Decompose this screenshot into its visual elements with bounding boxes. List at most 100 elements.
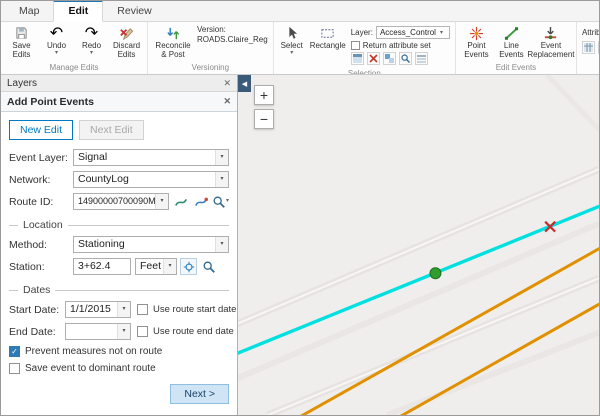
chevron-down-icon[interactable]: ▾ [117,324,130,339]
select-button[interactable]: Select ▾ [277,23,307,56]
chevron-down-icon[interactable]: ▾ [226,199,229,204]
station-input[interactable]: 3+62.4 [73,258,131,275]
dates-section-title: Dates [23,284,50,296]
clear-selection-icon[interactable] [367,52,380,65]
units-dropdown[interactable]: Feet ▾ [135,258,177,275]
select-by-attributes-icon[interactable] [351,52,364,65]
background-roads [238,75,599,415]
rectangle-button[interactable]: Rectangle [307,23,349,51]
tab-review[interactable]: Review [103,2,165,21]
close-icon[interactable]: ✕ [223,78,231,89]
location-section-header: Location [9,219,229,231]
zoom-to-selection-icon[interactable] [399,52,412,65]
event-replacement-icon [543,25,558,41]
reconcile-post-icon [166,25,181,41]
version-label: Version: [197,25,268,35]
rectangle-select-icon [320,25,335,41]
event-layer-dropdown[interactable]: Signal ▾ [73,149,229,166]
next-edit-button: Next Edit [79,120,144,140]
use-route-start-date-checkbox[interactable] [137,304,148,315]
group-label-selection: Selection [277,68,452,75]
point-events-icon [469,25,484,41]
pick-location-icon[interactable] [180,258,197,275]
method-label: Method: [9,239,73,251]
map-canvas[interactable] [238,75,599,415]
undo-button[interactable]: ↶ Undo ▾ [39,23,74,56]
line-events-button[interactable]: Line Events [494,23,529,60]
use-route-end-date-checkbox[interactable] [137,326,148,337]
layer-label: Layer: [351,28,373,37]
layers-pane-header[interactable]: Layers ✕ [1,75,237,92]
dates-section-header: Dates [9,284,229,296]
discard-edits-button[interactable]: Discard Edits [109,23,144,60]
route-id-label: Route ID: [9,196,73,208]
collapse-panel-button[interactable]: ◀ [238,75,251,92]
layer-dropdown[interactable]: Access_Control ▾ [376,26,450,39]
point-event-marker[interactable] [430,268,441,279]
line-events-label: Line Events [495,42,528,60]
zoom-to-route-icon[interactable]: ▾ [212,193,229,210]
sketch-route-icon[interactable] [192,193,209,210]
event-layer-label: Event Layer: [9,152,73,164]
add-attribute-icon[interactable] [598,41,599,54]
point-events-button[interactable]: Point Events [459,23,494,60]
layer-value: Access_Control [380,28,436,37]
line-events-icon [504,25,519,41]
network-dropdown[interactable]: CountyLog ▾ [73,171,229,188]
tab-edit[interactable]: Edit [53,0,103,22]
method-dropdown[interactable]: Stationing ▾ [73,236,229,253]
reconcile-post-button[interactable]: Reconcile & Post [151,23,195,60]
save-dominant-route-checkbox[interactable] [9,363,20,374]
left-panel: Layers ✕ Add Point Events ✕ New Edit Nex… [1,75,238,415]
event-replacement-button[interactable]: Event Replacement [529,23,573,60]
chevron-down-icon[interactable]: ▾ [215,237,228,252]
chevron-down-icon[interactable]: ▾ [90,51,93,56]
units-value: Feet [140,260,161,272]
ribbon: Save Edits ↶ Undo ▾ ↷ Redo ▾ Discard Edi… [1,22,599,75]
chevron-down-icon[interactable]: ▾ [117,302,130,317]
new-edit-button[interactable]: New Edit [9,120,73,140]
group-label-edit-events: Edit Events [459,62,573,74]
chevron-down-icon[interactable]: ▾ [290,51,293,56]
chevron-down-icon[interactable]: ▾ [215,150,228,165]
start-date-value: 1/1/2015 [70,303,111,315]
end-date-dropdown[interactable]: ▾ [65,323,131,340]
point-events-label: Point Events [460,42,493,60]
undo-icon: ↶ [50,25,63,41]
rectangle-label: Rectangle [310,42,346,51]
redo-button[interactable]: ↷ Redo ▾ [74,23,109,56]
event-layer-value: Signal [78,151,107,163]
chevron-down-icon[interactable]: ▾ [55,51,58,56]
start-date-dropdown[interactable]: 1/1/2015 ▾ [65,301,131,318]
event-replacement-label: Event Replacement [527,42,574,60]
attribute-table-icon[interactable] [582,41,595,54]
route-id-dropdown[interactable]: 14900000700090M01 ▾ [73,193,169,210]
add-point-events-pane-header: Add Point Events ✕ [1,92,237,112]
zoom-to-station-icon[interactable] [200,258,217,275]
zoom-in-button[interactable]: + [254,85,274,105]
close-icon[interactable]: ✕ [223,96,231,107]
save-dominant-route-label: Save event to dominant route [25,363,156,374]
pick-route-icon[interactable] [172,193,189,210]
prevent-measures-label: Prevent measures not on route [25,346,162,357]
save-edits-label: Save Edits [5,42,38,60]
chevron-down-icon[interactable]: ▾ [155,194,168,209]
version-value[interactable]: ROADS.Claire_Reg [197,35,268,45]
selection-attributes-icon[interactable] [415,52,428,65]
next-button[interactable]: Next > [170,384,229,404]
return-attribute-set-checkbox[interactable] [351,41,360,50]
network-value: CountyLog [78,173,129,185]
group-versioning: Reconcile & Post Version: ROADS.Claire_R… [148,22,274,74]
prevent-measures-checkbox[interactable]: ✓ [9,346,20,357]
tab-map[interactable]: Map [5,2,53,21]
chevron-down-icon[interactable]: ▾ [163,259,176,274]
save-edits-icon [14,25,29,41]
save-edits-button[interactable]: Save Edits [4,23,39,60]
station-label: Station: [9,261,73,273]
map-viewport[interactable]: ◀ + − [238,75,599,415]
invert-selection-icon[interactable] [383,52,396,65]
zoom-out-button[interactable]: − [254,109,274,129]
chevron-down-icon[interactable]: ▾ [215,172,228,187]
group-manage-edits: Save Edits ↶ Undo ▾ ↷ Redo ▾ Discard Edi… [1,22,148,74]
group-label-versioning: Versioning [151,62,270,74]
